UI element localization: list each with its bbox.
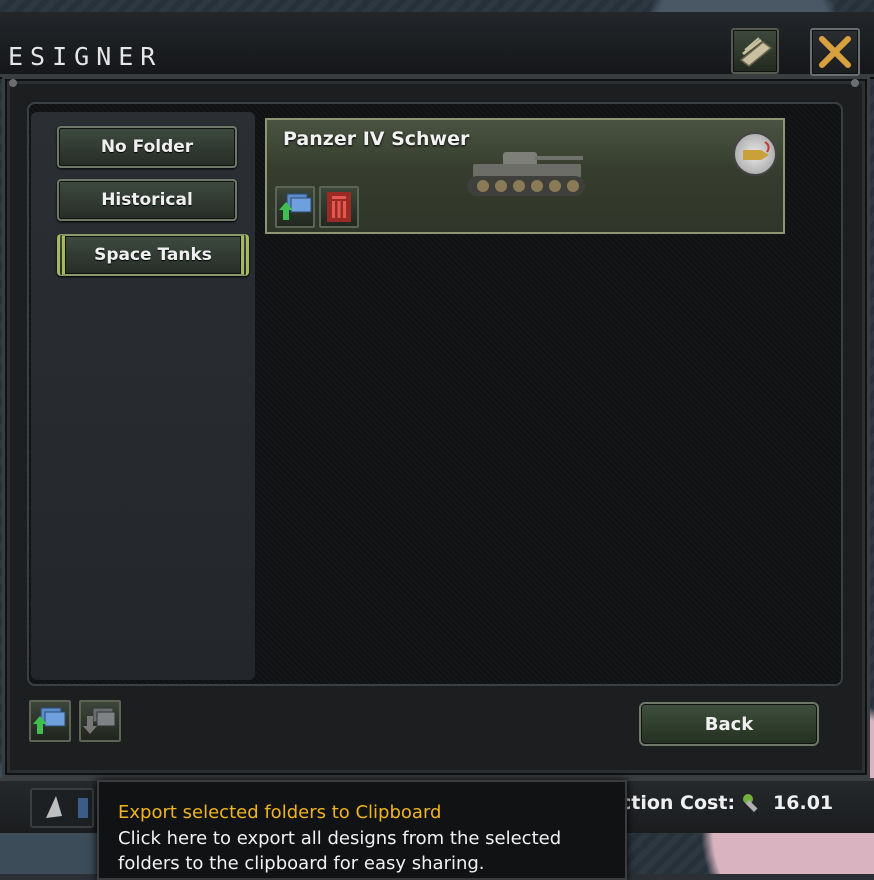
cost-label: ction Cost: xyxy=(620,792,736,814)
title-bar: ESIGNER xyxy=(0,12,874,77)
folder-label: No Folder xyxy=(100,137,194,157)
production-cost: ction Cost: 16.01 xyxy=(620,792,833,814)
folder-space-tanks-button[interactable]: Space Tanks xyxy=(57,234,249,276)
rename-button[interactable] xyxy=(731,28,779,74)
import-folders-button[interactable] xyxy=(79,700,121,742)
back-button[interactable]: Back xyxy=(639,702,819,746)
wrench-icon xyxy=(743,794,758,813)
close-button[interactable] xyxy=(810,28,860,76)
folder-label: Historical xyxy=(101,190,193,210)
import-icon xyxy=(83,707,116,734)
tooltip-line: folders to the clipboard for easy sharin… xyxy=(118,853,485,874)
window-title: ESIGNER xyxy=(8,42,163,71)
folder-historical-button[interactable]: Historical xyxy=(57,179,237,221)
tooltip-line: Click here to export all designs from th… xyxy=(118,828,562,849)
export-folders-button[interactable] xyxy=(29,700,71,742)
export-design-button[interactable] xyxy=(275,186,315,228)
folder-label: Space Tanks xyxy=(94,245,212,265)
export-icon xyxy=(279,193,312,220)
content-area: No Folder Historical Space Tanks Panzer … xyxy=(27,102,843,686)
design-name: Panzer IV Schwer xyxy=(283,128,470,150)
tank-image xyxy=(467,152,585,196)
pen-paper-icon xyxy=(739,37,773,67)
tooltip-title: Export selected folders to Clipboard xyxy=(118,802,442,823)
tooltip-body: Click here to export all designs from th… xyxy=(118,826,618,876)
folder-no-folder-button[interactable]: No Folder xyxy=(57,126,237,168)
bolt-decoration xyxy=(851,79,859,87)
tooltip: Export selected folders to Clipboard Cli… xyxy=(97,780,627,880)
trash-icon xyxy=(327,192,351,222)
export-icon xyxy=(33,707,66,734)
equipment-icon xyxy=(30,788,94,828)
cost-value: 16.01 xyxy=(773,792,834,814)
folder-sidebar: No Folder Historical Space Tanks xyxy=(31,112,255,680)
design-card[interactable]: Panzer IV Schwer xyxy=(265,118,785,234)
back-label: Back xyxy=(704,713,754,735)
bolt-decoration xyxy=(9,79,17,87)
close-icon xyxy=(819,36,851,68)
design-folder-panel: No Folder Historical Space Tanks Panzer … xyxy=(2,76,870,778)
ammo-icon xyxy=(733,132,777,176)
delete-design-button[interactable] xyxy=(319,186,359,228)
